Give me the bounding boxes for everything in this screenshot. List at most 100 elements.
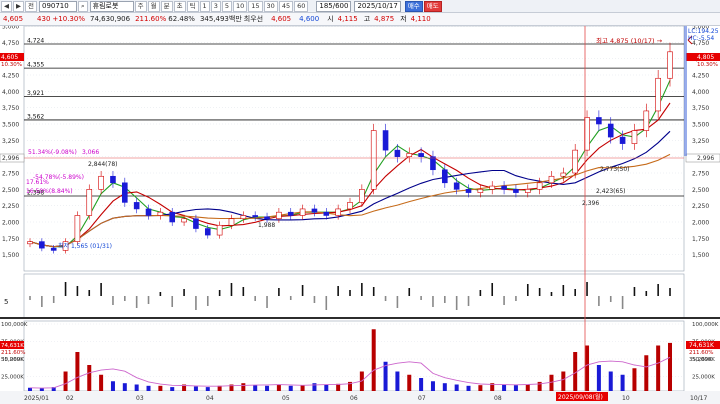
candle[interactable] xyxy=(667,51,673,79)
volume-bar[interactable] xyxy=(241,383,246,391)
candle[interactable] xyxy=(370,130,377,190)
volume-bar[interactable] xyxy=(288,385,293,391)
candle[interactable] xyxy=(145,208,152,216)
interval-button[interactable]: 45 xyxy=(278,0,294,12)
candle[interactable] xyxy=(74,215,81,242)
candle[interactable] xyxy=(27,241,33,245)
candle[interactable] xyxy=(133,202,140,210)
right-scale-bar[interactable] xyxy=(684,26,687,156)
nav-prev-button[interactable]: ◀ xyxy=(1,0,12,12)
interval-button[interactable]: 15 xyxy=(248,0,263,12)
volume-bar[interactable] xyxy=(644,355,649,391)
candle[interactable] xyxy=(311,208,318,213)
volume-bar[interactable] xyxy=(110,381,115,391)
candle[interactable] xyxy=(524,189,531,193)
candle[interactable] xyxy=(228,218,235,226)
volume-bar[interactable] xyxy=(253,385,258,391)
interval-button[interactable]: 3 xyxy=(210,0,221,12)
candle[interactable] xyxy=(287,211,294,216)
candle[interactable] xyxy=(465,189,472,193)
volume-bar[interactable] xyxy=(75,352,80,391)
candle[interactable] xyxy=(347,202,353,210)
interval-button[interactable]: 30 xyxy=(263,0,278,12)
candle[interactable] xyxy=(204,228,211,236)
candle[interactable] xyxy=(430,156,436,171)
volume-bar[interactable] xyxy=(466,385,471,391)
candle[interactable] xyxy=(382,130,389,151)
volume-bar[interactable] xyxy=(656,345,661,392)
candle[interactable] xyxy=(335,208,341,216)
candle[interactable] xyxy=(655,77,661,112)
candle[interactable] xyxy=(643,110,650,131)
volume-bar[interactable] xyxy=(99,374,104,391)
candle[interactable] xyxy=(596,117,602,125)
candle[interactable] xyxy=(276,211,282,220)
volume-bar[interactable] xyxy=(39,388,44,391)
market-select[interactable]: 전 xyxy=(25,0,37,12)
volume-bar[interactable] xyxy=(549,374,554,391)
candle[interactable] xyxy=(157,211,164,216)
candle[interactable] xyxy=(359,189,365,203)
period-button[interactable]: 월 xyxy=(147,0,160,12)
candle[interactable] xyxy=(50,247,57,251)
volume-bar[interactable] xyxy=(87,365,92,391)
volume-bar[interactable] xyxy=(632,368,637,391)
candle[interactable] xyxy=(110,175,116,184)
candle[interactable] xyxy=(418,153,424,157)
volume-bar[interactable] xyxy=(205,387,210,391)
candle[interactable] xyxy=(98,175,104,190)
volume-bar[interactable] xyxy=(276,384,281,392)
volume-bar[interactable] xyxy=(134,384,139,392)
period-button[interactable]: 초 xyxy=(173,0,186,12)
volume-bar[interactable] xyxy=(158,385,163,391)
date-field[interactable]: 2025/10/17 xyxy=(354,0,401,12)
candle[interactable] xyxy=(560,172,567,177)
range-field[interactable]: 185/600 xyxy=(316,0,352,12)
candle[interactable] xyxy=(181,218,187,223)
volume-bar[interactable] xyxy=(193,386,198,391)
volume-bar[interactable] xyxy=(502,384,507,392)
candle[interactable] xyxy=(536,182,543,190)
candle[interactable] xyxy=(572,149,578,174)
candle[interactable] xyxy=(193,218,199,229)
candle[interactable] xyxy=(501,185,507,190)
candle[interactable] xyxy=(216,224,223,236)
candle[interactable] xyxy=(631,130,638,144)
candle[interactable] xyxy=(39,241,45,249)
volume-bar[interactable] xyxy=(407,374,412,391)
candle[interactable] xyxy=(619,136,626,144)
volume-bar[interactable] xyxy=(454,384,459,392)
volume-bar[interactable] xyxy=(525,384,530,392)
candle[interactable] xyxy=(489,185,496,190)
candle[interactable] xyxy=(323,211,330,216)
period-button[interactable]: 주 xyxy=(134,0,147,12)
candle[interactable] xyxy=(122,182,128,203)
candle[interactable] xyxy=(252,215,258,218)
volume-bar[interactable] xyxy=(585,345,590,392)
candle[interactable] xyxy=(169,211,176,223)
volume-bar[interactable] xyxy=(146,385,151,391)
interval-button[interactable]: 1 xyxy=(199,0,210,12)
volume-bar[interactable] xyxy=(478,385,483,391)
volume-bar[interactable] xyxy=(395,371,400,392)
volume-bar[interactable] xyxy=(430,381,435,391)
period-button[interactable]: 틱 xyxy=(186,0,199,12)
volume-bar[interactable] xyxy=(419,378,424,391)
candle[interactable] xyxy=(86,189,93,216)
candle[interactable] xyxy=(477,189,484,193)
period-button[interactable]: 분 xyxy=(160,0,173,12)
interval-button[interactable]: 10 xyxy=(232,0,248,12)
candle[interactable] xyxy=(240,215,247,220)
volume-bar[interactable] xyxy=(324,384,329,392)
volume-bar[interactable] xyxy=(442,383,447,391)
stock-name-field[interactable]: 휴림로봇 xyxy=(89,0,134,12)
candle[interactable] xyxy=(394,149,401,157)
candle[interactable] xyxy=(442,169,448,184)
candle[interactable] xyxy=(607,123,614,138)
stock-code-input[interactable]: 090710 xyxy=(38,0,77,12)
volume-bar[interactable] xyxy=(620,374,625,391)
volume-bar[interactable] xyxy=(596,365,601,391)
candle[interactable] xyxy=(513,189,519,193)
search-icon[interactable]: ⌕ xyxy=(77,0,88,12)
candle[interactable] xyxy=(299,208,306,216)
